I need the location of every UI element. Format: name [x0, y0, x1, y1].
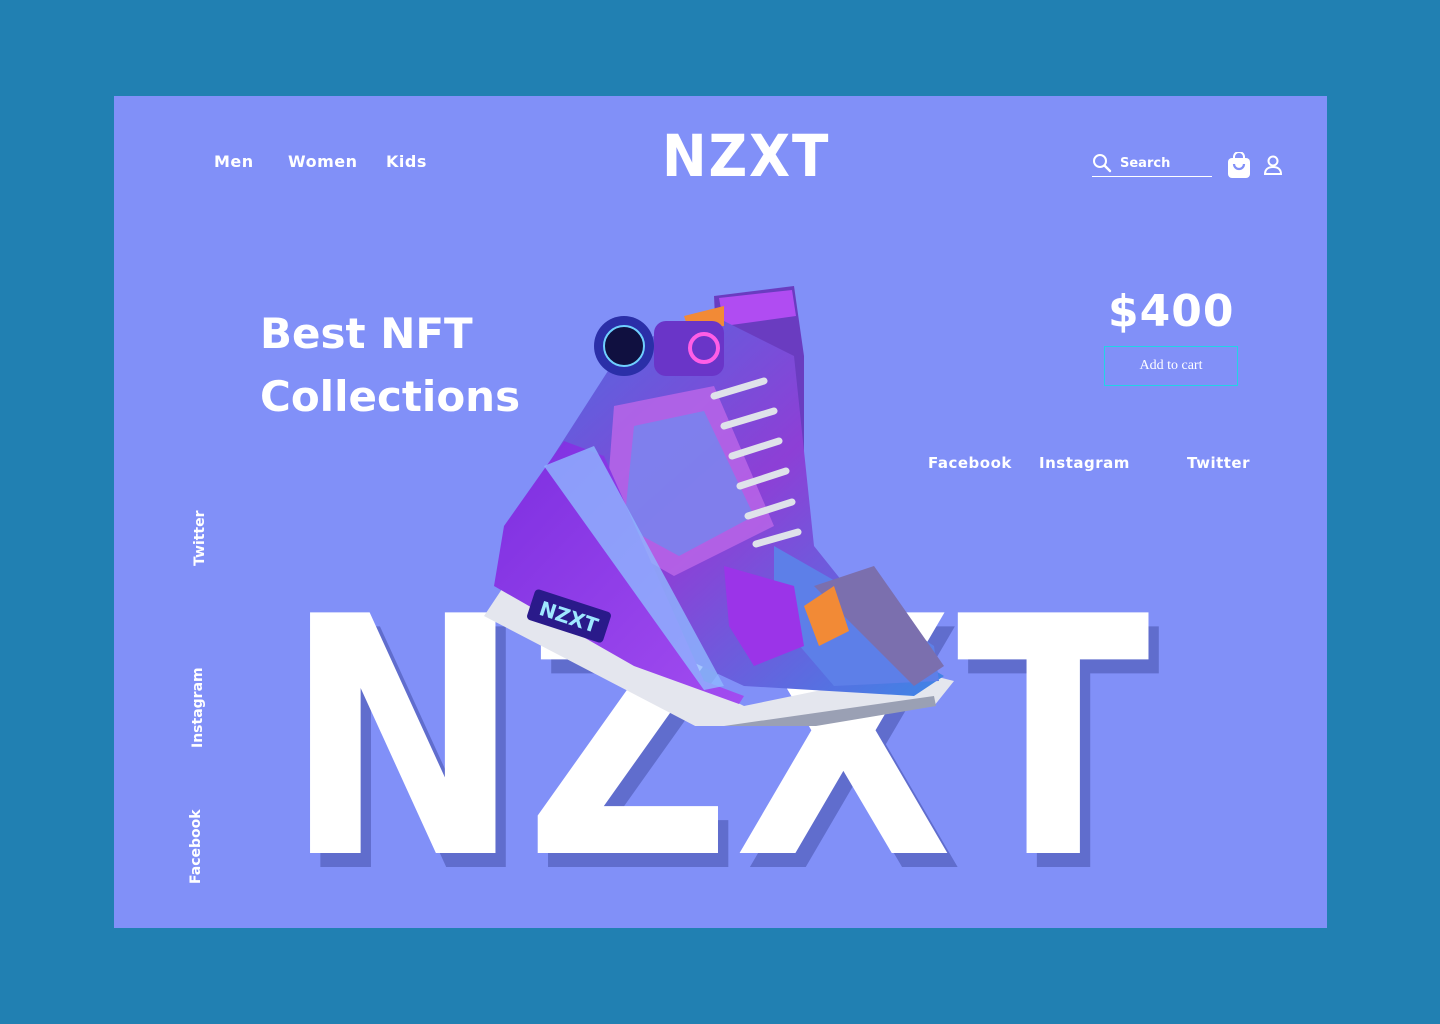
search-icon[interactable]	[1092, 153, 1112, 173]
nav-women[interactable]: Women	[288, 152, 357, 171]
nft-sneaker-image: NZXT	[484, 286, 954, 726]
shopping-bag-icon[interactable]	[1226, 152, 1252, 180]
add-to-cart-button[interactable]: Add to cart	[1104, 346, 1238, 386]
product-price: $400	[1108, 286, 1235, 337]
social-twitter-link[interactable]: Twitter	[1187, 454, 1250, 472]
search-bar[interactable]	[1092, 152, 1212, 177]
social-facebook-link[interactable]: Facebook	[928, 454, 1012, 472]
brand-logo[interactable]: NZXT	[662, 122, 830, 190]
nav-kids[interactable]: Kids	[386, 152, 427, 171]
social-instagram-link[interactable]: Instagram	[1039, 454, 1130, 472]
side-instagram-link[interactable]: Instagram	[190, 667, 206, 748]
side-facebook-link[interactable]: Facebook	[188, 809, 204, 884]
nav-men[interactable]: Men	[214, 152, 254, 171]
search-input[interactable]	[1120, 152, 1210, 174]
user-icon[interactable]	[1262, 154, 1284, 176]
hero-panel: Men Women Kids NZXT NZXT Best NFT Collec…	[114, 96, 1327, 928]
side-twitter-link[interactable]: Twitter	[192, 510, 208, 566]
